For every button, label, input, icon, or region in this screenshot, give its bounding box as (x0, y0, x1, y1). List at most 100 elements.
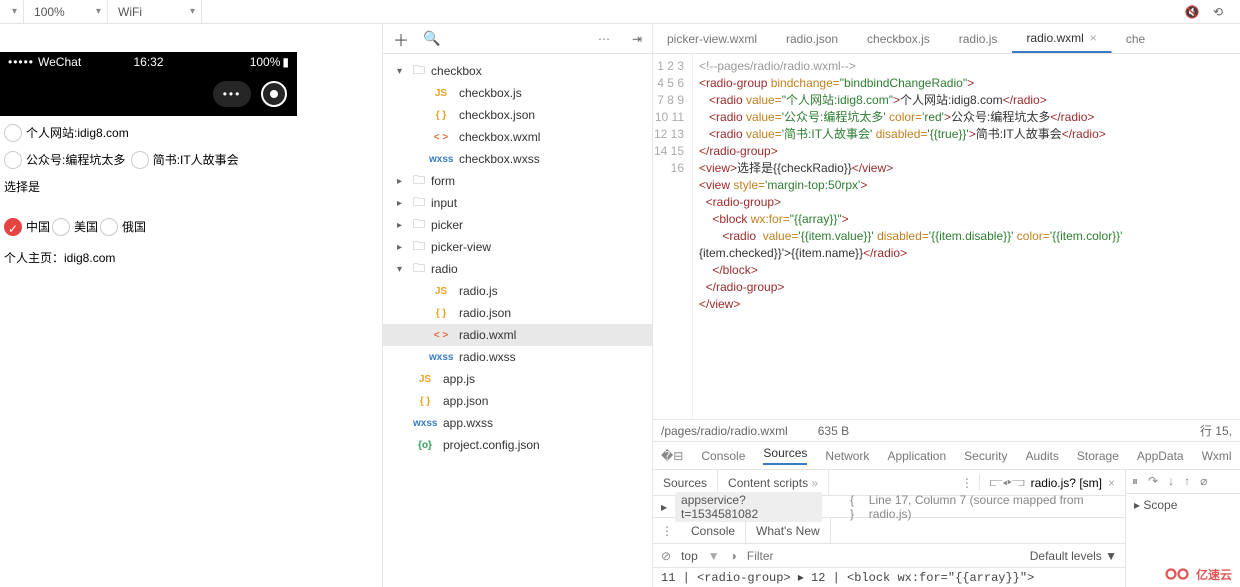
filetype-icon: JS (429, 88, 453, 99)
file-path-label: /pages/radio/radio.wxml (661, 424, 788, 438)
radio-site[interactable]: 个人网站:idig8.com (4, 122, 129, 144)
search-icon[interactable]: 🔍 (423, 30, 440, 47)
radio-option[interactable]: 美国 (52, 216, 98, 238)
close-file-icon[interactable]: × (1108, 476, 1115, 490)
file-node[interactable]: < >checkbox.wxml (383, 126, 652, 148)
mute-icon[interactable]: 🔇 (1184, 4, 1200, 20)
devtools-menu-icon[interactable]: �⊟ (661, 449, 683, 463)
phone-statusbar: ••••• WeChat 16:32 100%▮ (0, 52, 297, 72)
folder-node[interactable]: ▸🗀form (383, 170, 652, 192)
filetype-icon: < > (429, 132, 453, 143)
new-file-icon[interactable]: ＋ (393, 27, 409, 51)
battery-icon: ▮ (282, 55, 289, 69)
file-nav-icon[interactable]: ⫍◂▸⫎ (990, 475, 1025, 490)
devtools-tab[interactable]: AppData (1137, 449, 1184, 463)
filter-icon[interactable]: ◑ (730, 549, 737, 563)
filetype-icon: JS (429, 286, 453, 297)
file-size-label: 635 B (818, 424, 849, 438)
folder-node[interactable]: ▸🗀picker (383, 214, 652, 236)
log-levels-select[interactable]: Default levels ▼ (1030, 549, 1117, 563)
folder-node[interactable]: ▸🗀input (383, 192, 652, 214)
open-file-tab[interactable]: radio.js? [sm] (1031, 476, 1102, 490)
context-select[interactable]: top (681, 549, 698, 563)
step-into-icon[interactable]: ↓ (1168, 474, 1174, 489)
folder-icon: 🗀 (413, 171, 425, 192)
devtools-tab[interactable]: Storage (1077, 449, 1119, 463)
folder-icon: 🗀 (413, 259, 425, 280)
pause-icon[interactable]: ⏸ (1132, 474, 1138, 489)
radio-option[interactable]: 俄国 (100, 216, 146, 238)
devtools-tab[interactable]: Console (701, 449, 745, 463)
editor-tab[interactable]: radio.js (945, 24, 1013, 53)
source-crumb[interactable]: appservice?t=1534581082 (675, 492, 822, 522)
step-out-icon[interactable]: ↑ (1184, 474, 1190, 489)
folder-node[interactable]: ▾🗀checkbox (383, 60, 652, 82)
folder-node[interactable]: ▾🗀radio (383, 258, 652, 280)
file-node[interactable]: { }checkbox.json (383, 104, 652, 126)
console-menu-icon[interactable]: ⋮ (653, 524, 681, 538)
cursor-location-label: Line 17, Column 7 (source mapped from ra… (869, 493, 1117, 521)
editor-tab[interactable]: radio.wxml× (1012, 24, 1111, 53)
devtools-tab[interactable]: Wxml (1202, 449, 1232, 463)
editor-pane: picker-view.wxmlradio.jsoncheckbox.jsrad… (653, 24, 1240, 587)
file-node[interactable]: { }radio.json (383, 302, 652, 324)
code-area[interactable]: <!--pages/radio/radio.wxml--><radio-grou… (693, 54, 1128, 419)
capsule-close-button[interactable] (261, 81, 287, 107)
file-node[interactable]: wxsscheckbox.wxss (383, 148, 652, 170)
devtools-panel: �⊟ Console Sources Network Application Secur… (653, 441, 1240, 587)
filetype-icon: < > (429, 330, 453, 341)
watermark: 亿速云 (1162, 565, 1232, 583)
device-dropdown[interactable]: ▾ (6, 0, 24, 23)
devtools-tab[interactable]: Application (887, 449, 946, 463)
simulator-pane: ••••• WeChat 16:32 100%▮ 个人网站:idig8.com … (0, 24, 383, 587)
top-toolbar: ▾ 100%▾ WiFi▾ 🔇 ⟲ (0, 0, 1240, 24)
signal-icon: ••••• (8, 55, 34, 69)
more-icon[interactable]: ⋯ (598, 32, 610, 46)
zoom-dropdown[interactable]: 100%▾ (28, 0, 108, 23)
file-node[interactable]: wxssapp.wxss (383, 412, 652, 434)
close-icon: × (1090, 31, 1097, 45)
devtools-tab[interactable]: Audits (1026, 449, 1059, 463)
toggle-panel-icon[interactable]: ⇥ (632, 32, 642, 46)
step-over-icon[interactable]: ↷ (1148, 474, 1158, 489)
console-output: 11 | <radio-group> ▸ 12 | <block wx:for=… (653, 568, 1125, 587)
editor-tab[interactable]: picker-view.wxml (653, 24, 772, 53)
scope-section[interactable]: ▸ Scope (1126, 494, 1240, 516)
network-dropdown[interactable]: WiFi▾ (112, 0, 202, 23)
file-node[interactable]: JSapp.js (383, 368, 652, 390)
file-node[interactable]: wxssradio.wxss (383, 346, 652, 368)
radio-wechat[interactable]: 公众号:编程坑太多 (4, 149, 125, 171)
line-gutter: 1 2 3 4 5 6 7 8 9 10 11 12 13 14 15 16 (653, 54, 693, 419)
filter-input[interactable] (747, 549, 927, 563)
filetype-icon: {o} (413, 440, 437, 451)
phone-page: 个人网站:idig8.com 公众号:编程坑太多 简书:IT人故事会 选择是 中… (0, 116, 297, 299)
devtools-tab[interactable]: Sources (763, 446, 807, 465)
radio-option[interactable]: 中国 (4, 216, 50, 238)
file-node[interactable]: JSradio.js (383, 280, 652, 302)
file-node[interactable]: < >radio.wxml (383, 324, 652, 346)
cursor-pos-label: 行 15, (1200, 422, 1232, 439)
file-node[interactable]: JScheckbox.js (383, 82, 652, 104)
whatsnew-lower-tab[interactable]: What's New (746, 518, 831, 543)
capsule-menu-button[interactable] (213, 81, 251, 107)
clear-console-icon[interactable]: ⊘ (661, 549, 671, 563)
console-lower-tab[interactable]: Console (681, 518, 746, 543)
rotate-icon[interactable]: ⟲ (1210, 4, 1226, 20)
braces-icon[interactable]: { } (850, 493, 861, 521)
nav-toggle-icon[interactable]: ▸ (661, 500, 667, 514)
editor-tab[interactable]: radio.json (772, 24, 853, 53)
editor-tab[interactable]: checkbox.js (853, 24, 945, 53)
file-node[interactable]: { }app.json (383, 390, 652, 412)
deactivate-bp-icon[interactable]: ⌀ (1200, 474, 1207, 489)
filetype-icon: JS (413, 374, 437, 385)
folder-node[interactable]: ▸🗀picker-view (383, 236, 652, 258)
select-result-label: 选择是 (4, 176, 293, 198)
radio-jianshu[interactable]: 简书:IT人故事会 (131, 149, 239, 171)
overflow-icon[interactable]: ⋮ (955, 476, 979, 490)
file-node[interactable]: {o}project.config.json (383, 434, 652, 456)
editor-tab[interactable]: che (1112, 24, 1160, 53)
battery-label: 100% (250, 55, 281, 69)
filetype-icon: { } (413, 396, 437, 407)
devtools-tab[interactable]: Security (964, 449, 1007, 463)
devtools-tab[interactable]: Network (825, 449, 869, 463)
